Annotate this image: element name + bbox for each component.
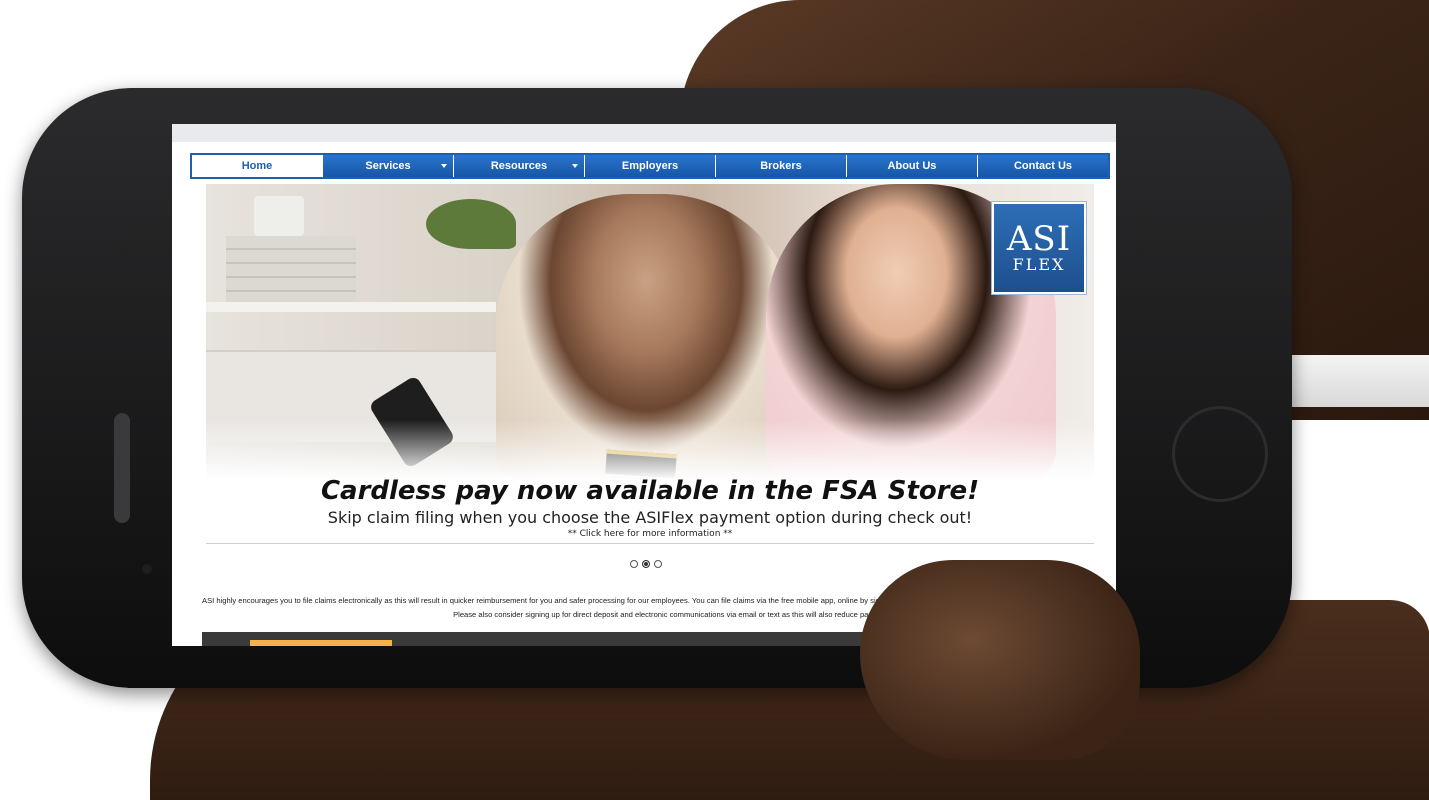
nav-item-label: Home (241, 160, 273, 172)
nav-item-brokers[interactable]: Brokers (716, 155, 847, 177)
phone-camera (142, 564, 152, 574)
footer-accent (250, 640, 392, 646)
nav-item-about-us[interactable]: About Us (847, 155, 978, 177)
more-info-link[interactable]: ** Click here for more information ** (206, 529, 1094, 539)
nav-item-label: About Us (887, 160, 937, 172)
divider (206, 543, 1094, 544)
nav-item-services[interactable]: Services (323, 155, 454, 177)
nav-item-label: Resources (490, 160, 548, 172)
phone-home-button[interactable] (1172, 406, 1268, 502)
nav-item-resources[interactable]: Resources (454, 155, 585, 177)
hero-slide-image[interactable]: ASI FLEX (206, 184, 1094, 480)
nav-item-home[interactable]: Home (192, 155, 323, 177)
carousel-dot-3[interactable] (654, 560, 662, 568)
logo-text-top: ASI (1006, 219, 1072, 259)
nav-item-employers[interactable]: Employers (585, 155, 716, 177)
logo-text-bottom: FLEX (1012, 255, 1066, 274)
slide-subline: Skip claim filing when you choose the AS… (327, 508, 973, 527)
carousel-dots (630, 560, 662, 568)
nav-item-label: Services (365, 160, 411, 172)
carousel-dot-1[interactable] (630, 560, 638, 568)
hero-fade (206, 420, 1094, 480)
main-nav: Home Services Resources Employers Broker… (190, 153, 1110, 179)
browser-top-bar (172, 124, 1116, 142)
shelf-decor (206, 302, 496, 312)
books-decor (226, 236, 356, 302)
asiflex-logo: ASI FLEX (992, 202, 1086, 294)
nav-item-label: Brokers (760, 160, 802, 172)
dropdown-caret-icon (572, 164, 578, 168)
dropdown-caret-icon (441, 164, 447, 168)
nav-item-contact-us[interactable]: Contact Us (978, 155, 1108, 177)
plant-leaf-decor (426, 199, 516, 249)
carousel-dot-2[interactable] (642, 560, 650, 568)
slide-headline: Cardless pay now available in the FSA St… (320, 476, 980, 506)
nav-item-label: Contact Us (1013, 160, 1073, 172)
nav-item-label: Employers (621, 160, 679, 172)
hand-thumb (860, 560, 1140, 760)
plant-decor (254, 196, 304, 236)
phone-speaker (114, 413, 130, 523)
